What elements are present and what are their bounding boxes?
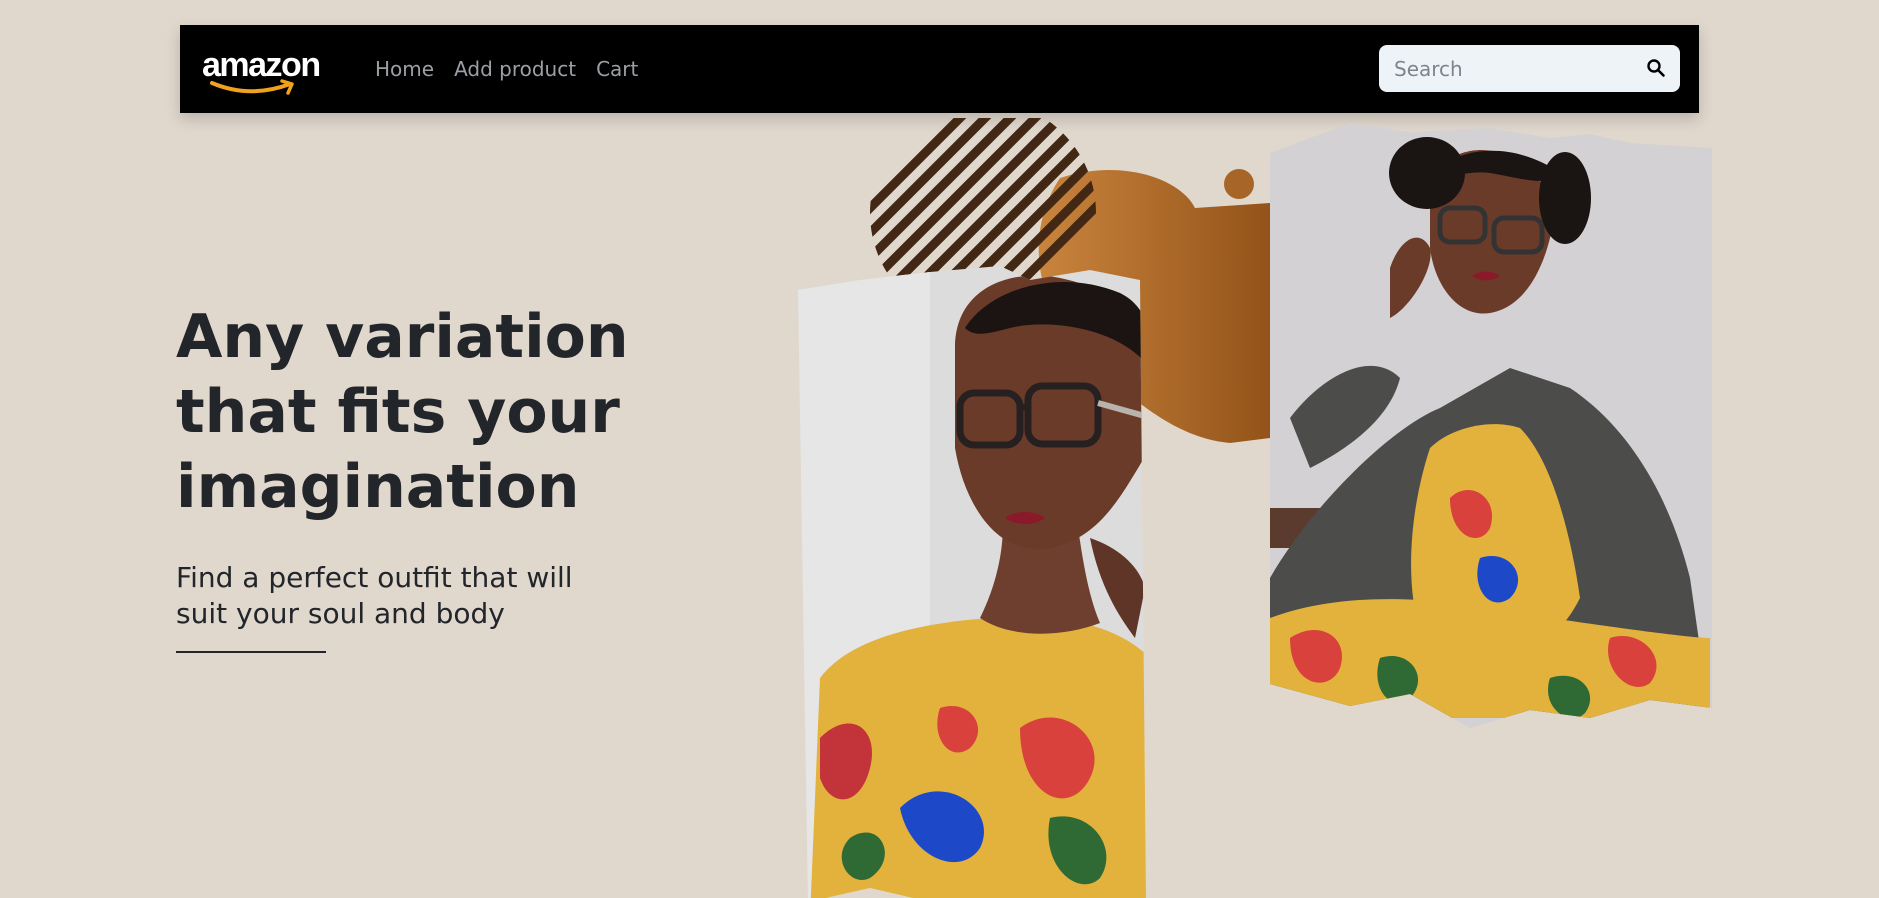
nav-links: Home Add product Cart [375, 25, 658, 113]
hero-title: Any variation that fits your imagination [176, 302, 629, 522]
search-icon[interactable] [1644, 56, 1668, 80]
model-photo-left [798, 266, 1146, 898]
nav-link-add-product[interactable]: Add product [454, 57, 576, 81]
amazon-logo[interactable]: amazon [202, 45, 332, 97]
hero-subtitle: Find a perfect outfit that will suit you… [176, 561, 573, 630]
hero-divider [176, 651, 326, 653]
search-input[interactable] [1379, 45, 1634, 92]
nav-link-home[interactable]: Home [375, 57, 434, 81]
logo-smile-icon [210, 79, 294, 95]
search-box [1379, 45, 1680, 92]
navbar: amazon Home Add product Cart [180, 25, 1699, 113]
nav-link-cart[interactable]: Cart [596, 57, 638, 81]
hero-fashion-collage [798, 118, 1712, 898]
model-photo-right [1270, 123, 1712, 728]
